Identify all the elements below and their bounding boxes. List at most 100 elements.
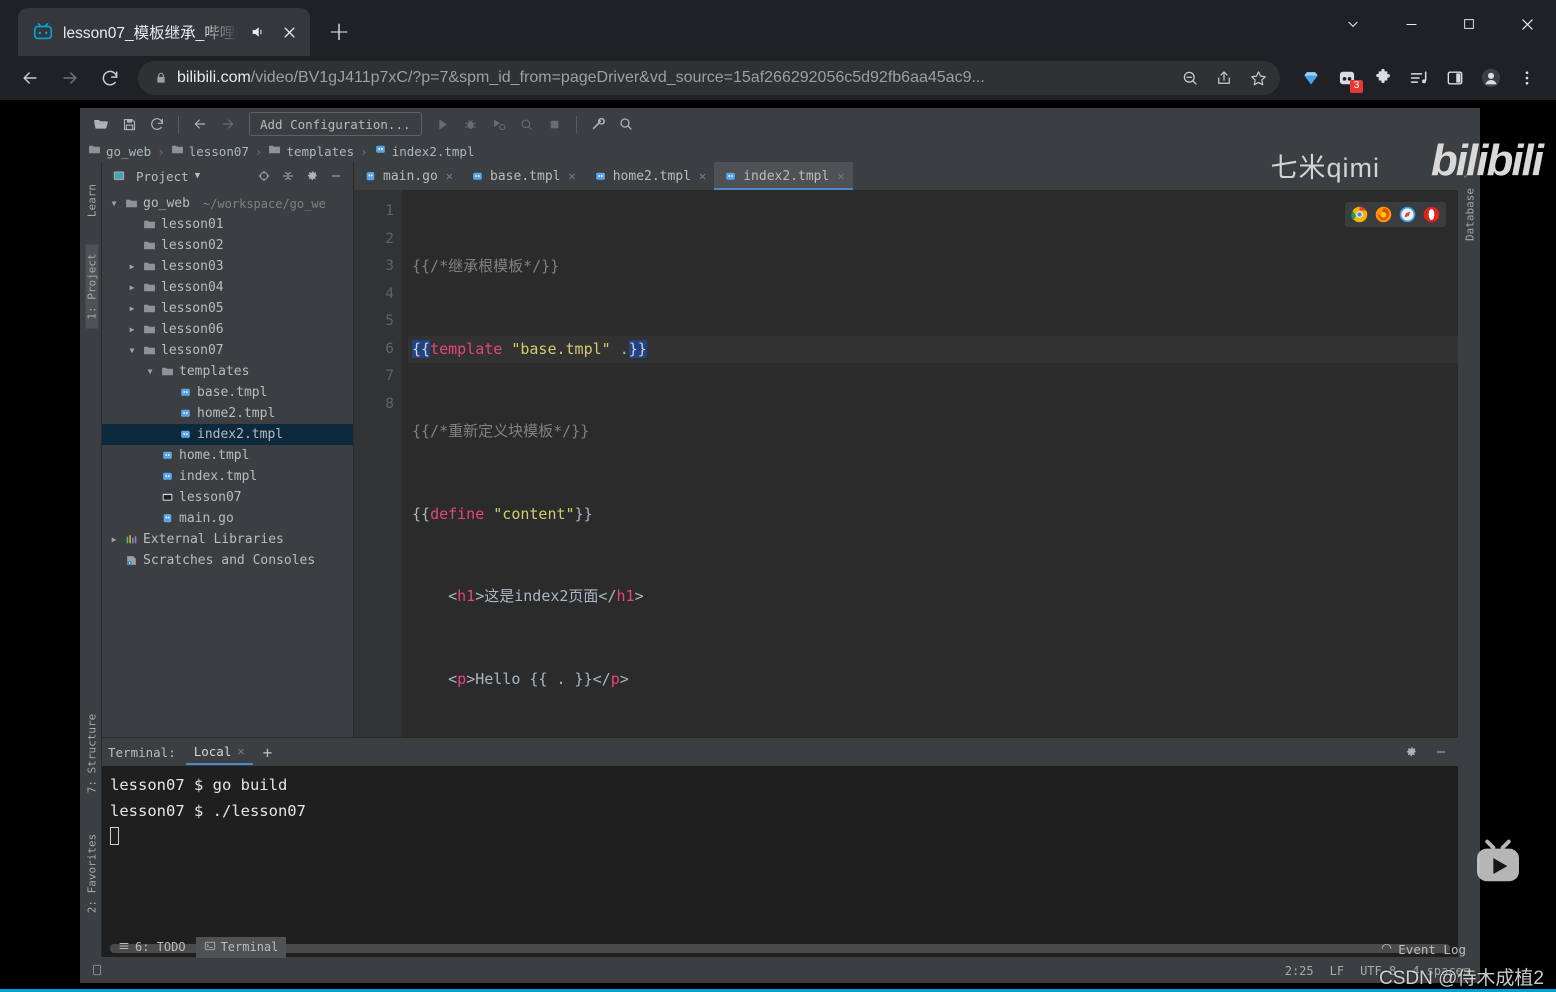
editor-tab-index2-tmpl[interactable]: index2.tmpl ✕ [714,162,853,190]
tree-node-selected[interactable]: index2.tmpl [102,424,353,445]
status-left-icon[interactable] [90,963,104,980]
close-icon[interactable]: ✕ [237,744,244,758]
run-icon[interactable] [430,112,456,136]
rail-item-structure[interactable]: 7: Structure [86,712,99,796]
tree-node[interactable]: lesson01 [102,214,353,235]
chevron-right-icon[interactable]: ▶ [126,325,138,334]
bookmark-star-icon[interactable] [1242,63,1274,93]
tree-node[interactable]: ▼ templates [102,361,353,382]
stop-icon[interactable] [542,112,568,136]
window-close-button[interactable] [1498,0,1556,48]
rail-item-learn[interactable]: Learn [86,159,99,243]
hide-panel-icon[interactable] [1430,741,1452,763]
tool-tab-todo[interactable]: 6: TODO [110,937,194,958]
project-panel-title[interactable]: Project [136,169,189,184]
event-log-button[interactable]: Event Log [1380,941,1466,957]
search-icon[interactable] [613,112,639,136]
close-icon[interactable]: ✕ [568,169,575,183]
tree-node[interactable]: ▶ lesson06 [102,319,353,340]
gem-extension-icon[interactable] [1294,62,1328,94]
terminal-scrollbar[interactable] [110,944,1450,953]
chrome-icon[interactable] [1351,206,1368,223]
chevron-right-icon[interactable]: ▶ [126,304,138,313]
close-icon[interactable]: ✕ [699,169,706,183]
tool-tab-terminal[interactable]: Terminal [195,936,287,958]
hide-panel-icon[interactable] [325,165,347,187]
reload-button[interactable] [92,61,128,95]
browser-tab[interactable]: lesson07_模板继承_哔哩哔哩 [18,8,310,56]
chrome-menu-icon[interactable] [1510,62,1544,94]
breadcrumb-item-go_web[interactable]: go_web [88,143,151,159]
side-panel-icon[interactable] [1438,62,1472,94]
debug-icon[interactable] [458,112,484,136]
editor-tab-main-go[interactable]: main.go ✕ [354,162,461,190]
window-maximize-button[interactable] [1440,0,1498,48]
editor-tab-home2-tmpl[interactable]: home2.tmpl ✕ [584,162,715,190]
terminal-output[interactable]: lesson07 $ go build lesson07 $ ./lesson0… [102,766,1458,957]
speaker-icon[interactable] [247,21,269,43]
settings-gear-icon[interactable] [1400,741,1422,763]
chevron-right-icon[interactable]: ▶ [126,262,138,271]
tree-node[interactable]: main.go [102,508,353,529]
tree-node[interactable]: base.tmpl [102,382,353,403]
tree-node[interactable]: ▶ lesson03 [102,256,353,277]
close-icon[interactable] [278,21,300,43]
zoom-out-icon[interactable] [1174,63,1206,93]
wrench-icon[interactable] [585,112,611,136]
capture-extension-icon[interactable]: 3 [1330,62,1364,94]
collapse-all-icon[interactable] [277,165,299,187]
chevron-right-icon[interactable]: ▶ [126,283,138,292]
profile-avatar-icon[interactable] [1474,62,1508,94]
tab-search-chevron-icon[interactable] [1324,0,1382,48]
chevron-down-icon[interactable]: ▼ [126,346,138,355]
tree-node[interactable]: ▶ lesson04 [102,277,353,298]
line-separator[interactable]: LF [1330,964,1344,978]
tree-node[interactable]: home.tmpl [102,445,353,466]
breadcrumb-item-index2[interactable]: index2.tmpl [374,143,475,159]
tree-node[interactable]: ▼ lesson07 [102,340,353,361]
opera-icon[interactable] [1423,206,1440,223]
tree-node[interactable]: Scratches and Consoles [102,550,353,571]
chevron-right-icon[interactable]: ▶ [108,535,120,544]
run-configuration-selector[interactable]: Add Configuration... [249,112,422,136]
open-folder-icon[interactable] [88,112,114,136]
media-playlist-icon[interactable] [1402,62,1436,94]
forward-button[interactable] [52,61,88,95]
close-icon[interactable]: ✕ [837,169,844,183]
close-icon[interactable]: ✕ [446,169,453,183]
firefox-icon[interactable] [1375,206,1392,223]
terminal-tab-local[interactable]: Local ✕ [185,739,253,765]
run-coverage-icon[interactable] [486,112,512,136]
nav-back-icon[interactable] [187,112,213,136]
puzzle-extensions-icon[interactable] [1366,62,1400,94]
chevron-down-icon[interactable]: ▼ [144,367,156,376]
tree-node[interactable]: lesson02 [102,235,353,256]
locate-icon[interactable] [253,165,275,187]
breadcrumb-item-templates[interactable]: templates [268,143,354,159]
back-button[interactable] [12,61,48,95]
caret-position[interactable]: 2:25 [1285,964,1314,978]
chevron-down-icon[interactable]: ▼ [195,171,200,181]
address-bar[interactable]: bilibili.com/video/BV1gJ411p7xC/?p=7&spm… [138,61,1280,95]
rail-item-favorites[interactable]: 2: Favorites [86,832,99,916]
tree-node[interactable]: home2.tmpl [102,403,353,424]
tree-node[interactable]: ▶ External Libraries [102,529,353,550]
save-icon[interactable] [116,112,142,136]
safari-icon[interactable] [1399,206,1416,223]
add-terminal-button[interactable]: + [263,743,273,762]
share-icon[interactable] [1208,63,1240,93]
breadcrumb-item-lesson07[interactable]: lesson07 [171,143,249,159]
editor-tab-base-tmpl[interactable]: base.tmpl ✕ [461,162,584,190]
tree-node[interactable]: ▼ go_web ~/workspace/go_we [102,193,353,214]
rail-item-project[interactable]: 1: Project [85,244,99,329]
window-minimize-button[interactable] [1382,0,1440,48]
refresh-icon[interactable] [144,112,170,136]
profile-icon[interactable] [514,112,540,136]
nav-forward-icon[interactable] [215,112,241,136]
tree-node[interactable]: index.tmpl [102,466,353,487]
settings-gear-icon[interactable] [301,165,323,187]
chevron-down-icon[interactable]: ▼ [108,199,120,208]
tree-node[interactable]: ▶ lesson05 [102,298,353,319]
new-tab-button[interactable]: + [325,18,353,46]
tree-node[interactable]: lesson07 [102,487,353,508]
